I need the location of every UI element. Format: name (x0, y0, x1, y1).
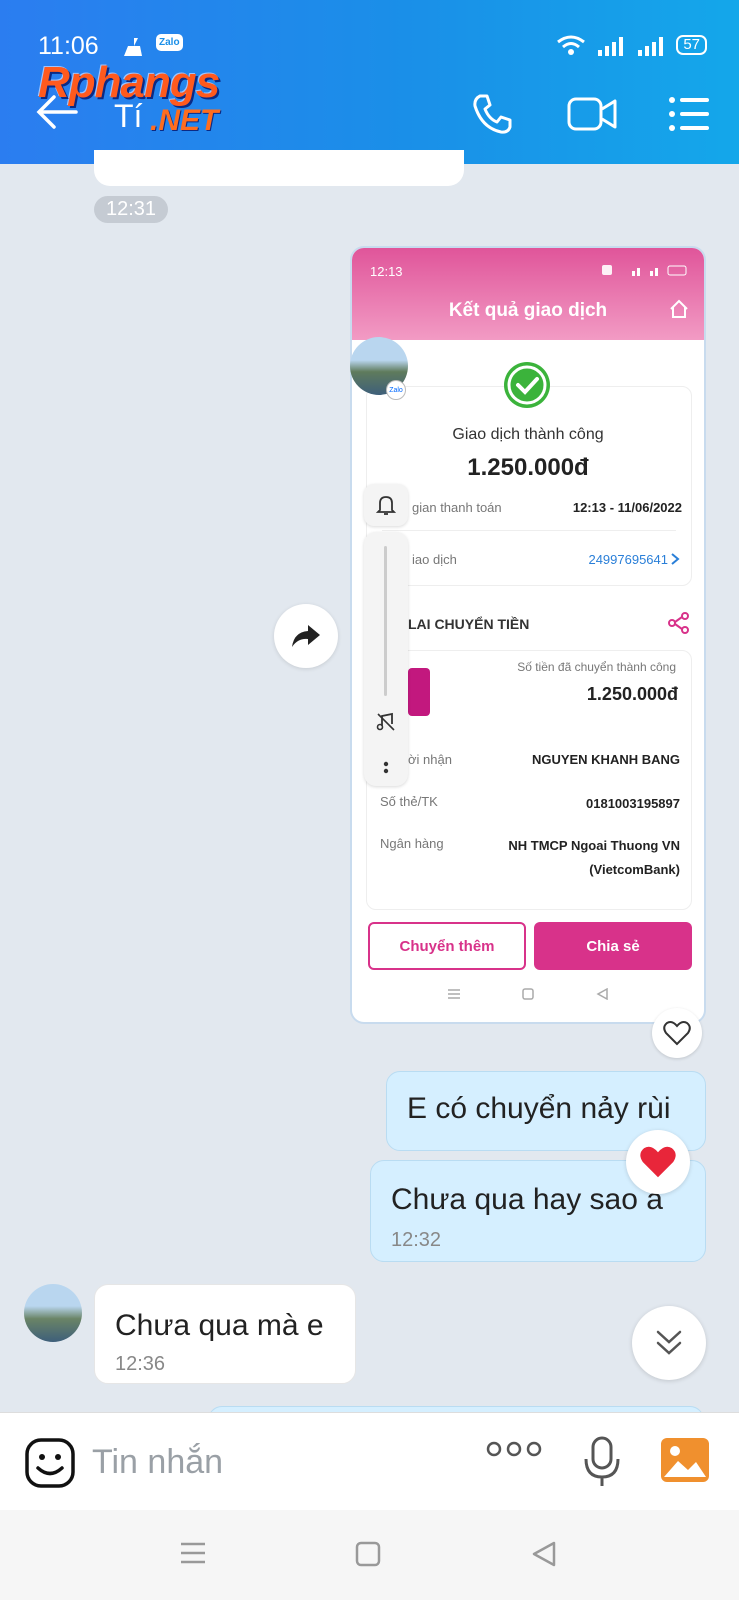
transferred-label: Số tiền đã chuyển thành công (517, 660, 676, 674)
share-button: Chia sẻ (534, 922, 692, 970)
txn-label: iao dịch (412, 552, 457, 567)
card-number: 0181003195897 (586, 796, 680, 811)
screenshot-nav-bar (352, 988, 704, 1000)
status-bar: 11:06 Zalo 57 (0, 0, 739, 64)
microphone-icon[interactable] (582, 1435, 622, 1489)
bank-name-short: (VietcomBank) (589, 862, 680, 877)
screenshot-header: 12:13 Kết quả giao dịch (352, 248, 704, 340)
transfer-more-button: Chuyển thêm (368, 922, 526, 970)
gallery-icon[interactable] (660, 1437, 710, 1483)
message-text: Chưa qua hay sao a (391, 1183, 663, 1216)
phone-icon[interactable] (470, 92, 514, 136)
section-title: LAI CHUYỂN TIỀN (408, 616, 530, 632)
time-label: gian thanh toán (412, 500, 502, 515)
transferred-amount: 1.250.000đ (586, 684, 678, 704)
screenshot-title: Kết quả giao dịch (448, 300, 608, 321)
home-icon (670, 299, 688, 318)
their-message-bubble[interactable]: Chưa qua mà e 12:36 (94, 1284, 356, 1384)
status-time: 11:06 (38, 32, 99, 60)
home-button-icon[interactable] (354, 1540, 382, 1568)
success-check-icon (504, 362, 550, 408)
slider-track[interactable] (384, 546, 387, 696)
notification-bell-button[interactable] (364, 484, 408, 526)
screenshot-status-icons (602, 264, 692, 279)
react-heart-button[interactable] (652, 1008, 702, 1058)
screenshot-status-time: 12:13 (370, 264, 403, 279)
signal-icon-2 (638, 37, 664, 56)
menu-icon (448, 989, 460, 999)
system-navigation-bar (0, 1510, 739, 1600)
message-time: 12:32 (391, 1229, 442, 1251)
chat-header: 11:06 Zalo 57 Rphangs Tí .NET (0, 0, 739, 164)
message-text: E có chuyển nảy rùi (407, 1092, 671, 1125)
double-chevron-down-icon (656, 1330, 682, 1355)
bell-icon (376, 496, 396, 515)
heart-reaction[interactable] (626, 1130, 690, 1194)
transaction-status: Giao dịch thành công (452, 426, 604, 443)
sticker-icon[interactable] (24, 1437, 76, 1489)
screenshot-status-icon (602, 265, 687, 276)
battery-indicator: 57 (676, 35, 707, 55)
message-input[interactable] (92, 1437, 452, 1487)
triangle-back-icon (596, 988, 608, 1000)
recipient-label: ời nhận (408, 752, 452, 767)
share-icon (668, 612, 689, 634)
heart-outline-icon (663, 1021, 691, 1046)
message-time: 12:36 (115, 1353, 166, 1375)
message-input-bar (0, 1412, 739, 1510)
divider (382, 530, 676, 531)
contact-avatar[interactable] (24, 1284, 82, 1342)
bank-name: NH TMCP Ngoai Thuong VN (508, 838, 680, 853)
bank-label: Ngân hàng (380, 836, 444, 851)
menu-list-icon[interactable] (668, 92, 710, 136)
card-label: Số thẻ/TK (380, 794, 438, 809)
recent-apps-icon[interactable] (178, 1540, 208, 1566)
zalo-badge-icon: Zalo (386, 380, 406, 400)
cleaner-icon (124, 38, 142, 56)
timestamp-pill: 12:31 (94, 196, 169, 223)
more-vertical-icon[interactable] (380, 758, 392, 778)
scroll-to-bottom-button[interactable] (632, 1306, 706, 1380)
recipient-name: NGUYEN KHANH BANG (531, 752, 680, 767)
momo-logo-icon (408, 668, 430, 716)
time-value: 12:13 - 11/06/2022 (572, 500, 682, 515)
txn-id: 24997695641 (588, 552, 668, 567)
wifi-icon (557, 35, 586, 55)
forward-button[interactable] (274, 604, 338, 668)
video-call-icon[interactable] (566, 92, 618, 136)
previous-message-bubble[interactable] (94, 150, 464, 186)
watermark-logo: Rphangs Tí .NET (38, 58, 220, 137)
more-options-icon[interactable] (486, 1439, 542, 1459)
square-icon (522, 988, 534, 1000)
chevron-right-icon (671, 553, 680, 565)
music-off-icon[interactable] (376, 712, 396, 732)
zalo-notification-icon: Zalo (156, 34, 183, 51)
forward-arrow-icon (292, 625, 320, 647)
back-button-icon[interactable] (530, 1540, 558, 1568)
signal-icon-1 (598, 37, 624, 56)
floating-toolbar (364, 484, 410, 786)
message-text: Chưa qua mà e (115, 1309, 324, 1342)
heart-filled-icon (640, 1146, 676, 1178)
volume-slider[interactable] (364, 532, 408, 786)
transaction-amount: 1.250.000đ (467, 454, 589, 481)
